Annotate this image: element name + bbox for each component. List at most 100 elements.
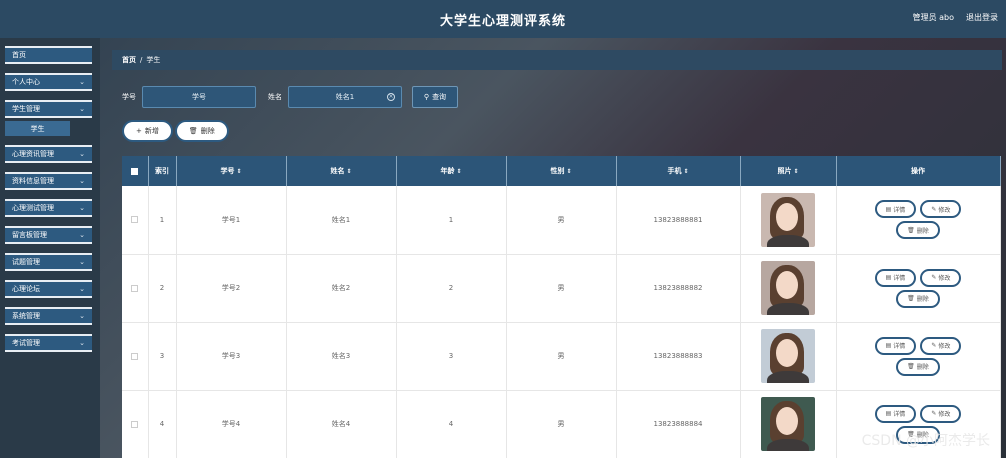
row-actions: ▤ 详情 ✎ 修改 🗑 删除	[837, 268, 1000, 308]
breadcrumb-home[interactable]: 首页	[122, 55, 136, 65]
cell-gender: 男	[506, 254, 617, 323]
row-checkbox[interactable]	[131, 284, 139, 292]
cell-age: 2	[396, 254, 507, 323]
sidebar-item-question-mgmt[interactable]: 试题管理 ⌄	[5, 253, 92, 271]
student-photo[interactable]	[761, 192, 815, 247]
student-photo[interactable]	[761, 261, 815, 315]
document-icon: ▤	[885, 410, 892, 417]
cell-student-no: 学号3	[176, 322, 287, 391]
row-delete-button[interactable]: 🗑 删除	[896, 357, 940, 376]
name-label: 姓名	[268, 93, 282, 101]
breadcrumb: 首页 / 学生	[112, 50, 1002, 70]
row-checkbox[interactable]	[131, 216, 139, 224]
edit-icon: ✎	[931, 205, 937, 213]
student-photo[interactable]	[761, 329, 815, 383]
edit-button[interactable]: ✎ 修改	[920, 404, 962, 423]
cell-phone: 13823888881	[616, 186, 741, 255]
cell-name: 姓名4	[286, 390, 397, 458]
sidebar-item-home[interactable]: 首页	[5, 46, 92, 64]
table-row: 3 学号3 姓名3 3 男 13823888883 ▤ 详情 ✎ 修改 🗑 删除	[122, 322, 1001, 391]
row-checkbox[interactable]	[131, 420, 139, 428]
table-row: 1 学号1 姓名1 1 男 13823888881 ▤ 详情 ✎ 修改 🗑 删除	[122, 186, 1001, 255]
query-button[interactable]: ⚲ 查询	[412, 86, 458, 108]
sort-icon: ⇕	[566, 168, 572, 175]
chevron-down-icon: ⌄	[79, 312, 85, 320]
header-phone[interactable]: 手机 ⇕	[616, 156, 741, 186]
cell-gender: 男	[506, 390, 617, 458]
detail-button[interactable]: ▤ 详情	[874, 404, 917, 423]
select-all-checkbox[interactable]	[131, 167, 139, 175]
header-name[interactable]: 姓名 ⇕	[286, 156, 397, 186]
row-delete-button[interactable]: 🗑 删除	[896, 289, 940, 308]
action-buttons: + 新增 🗑 删除	[122, 120, 229, 142]
sort-icon: ⇕	[346, 168, 352, 175]
logout-link[interactable]: 退出登录	[966, 12, 998, 23]
chevron-down-icon: ⌄	[79, 78, 85, 86]
app-title: 大学生心理测评系统	[439, 13, 566, 29]
sort-icon: ⇕	[793, 168, 799, 175]
sidebar-item-test-mgmt[interactable]: 心理测试管理 ⌄	[5, 199, 92, 217]
cell-index: 2	[148, 254, 177, 323]
student-no-input[interactable]: 学号	[142, 86, 256, 108]
sort-icon: ⇕	[456, 168, 462, 175]
edit-button[interactable]: ✎ 修改	[920, 268, 962, 287]
header-photo[interactable]: 照片 ⇕	[740, 156, 837, 186]
sidebar-item-forum[interactable]: 心理论坛 ⌄	[5, 280, 92, 298]
search-bar: 学号 学号 姓名 姓名1 × ⚲ 查询	[122, 86, 458, 108]
chevron-down-icon: ⌄	[79, 105, 85, 113]
sidebar-item-news-mgmt[interactable]: 心理资讯管理 ⌄	[5, 145, 92, 163]
cell-phone: 13823888884	[616, 390, 741, 458]
trash-icon: 🗑	[907, 295, 915, 302]
cell-gender: 男	[506, 322, 617, 391]
student-photo[interactable]	[761, 397, 815, 451]
chevron-down-icon: ⌄	[79, 285, 85, 293]
detail-button[interactable]: ▤ 详情	[874, 200, 917, 219]
cell-student-no: 学号1	[176, 186, 287, 255]
breadcrumb-separator: /	[140, 56, 143, 64]
edit-icon: ✎	[931, 342, 937, 349]
edit-icon: ✎	[931, 410, 937, 417]
document-icon: ▤	[885, 274, 892, 281]
edit-button[interactable]: ✎ 修改	[920, 336, 962, 355]
sidebar-item-personal[interactable]: 个人中心 ⌄	[5, 73, 92, 91]
sidebar-item-message-mgmt[interactable]: 留言板管理 ⌄	[5, 226, 92, 244]
student-no-label: 学号	[122, 93, 136, 101]
cell-phone: 13823888882	[616, 254, 741, 323]
sidebar-subitem-student[interactable]: 学生	[5, 121, 70, 136]
sidebar-item-student-mgmt[interactable]: 学生管理 ⌄	[5, 100, 92, 118]
header-index: 索引	[148, 156, 177, 186]
chevron-down-icon: ⌄	[79, 177, 85, 185]
trash-icon: 🗑	[188, 127, 198, 135]
name-input[interactable]: 姓名1 ×	[288, 86, 402, 108]
edit-button[interactable]: ✎ 修改	[920, 200, 962, 219]
delete-button[interactable]: 🗑 删除	[174, 120, 229, 142]
header-student-no[interactable]: 学号 ⇕	[176, 156, 287, 186]
cell-student-no: 学号4	[176, 390, 287, 458]
breadcrumb-current: 学生	[146, 56, 161, 64]
header-gender[interactable]: 性别 ⇕	[506, 156, 617, 186]
trash-icon: 🗑	[907, 363, 915, 370]
sidebar-item-material-mgmt[interactable]: 资料信息管理 ⌄	[5, 172, 92, 190]
detail-button[interactable]: ▤ 详情	[874, 268, 917, 287]
cell-age: 3	[396, 322, 507, 391]
cell-gender: 男	[506, 186, 617, 255]
sidebar-item-exam-mgmt[interactable]: 考试管理 ⌄	[5, 334, 92, 352]
add-button[interactable]: + 新增	[122, 120, 173, 142]
chevron-down-icon: ⌄	[79, 258, 85, 266]
cell-name: 姓名2	[286, 254, 397, 323]
clear-icon[interactable]: ×	[387, 93, 395, 101]
table-row: 2 学号2 姓名2 2 男 13823888882 ▤ 详情 ✎ 修改 🗑 删除	[122, 254, 1001, 323]
header-age[interactable]: 年龄 ⇕	[396, 156, 507, 186]
cell-student-no: 学号2	[176, 254, 287, 323]
chevron-down-icon: ⌄	[79, 204, 85, 212]
main-content: 首页 / 学生 学号 学号 姓名 姓名1 × ⚲ 查询 + 新增 🗑 删除 索引 学…	[110, 38, 1006, 458]
row-delete-button[interactable]: 🗑 删除	[896, 221, 940, 240]
sidebar-item-system-mgmt[interactable]: 系统管理 ⌄	[5, 307, 92, 325]
detail-button[interactable]: ▤ 详情	[874, 336, 917, 355]
cell-index: 4	[148, 390, 177, 458]
row-checkbox[interactable]	[131, 352, 139, 360]
student-table: 索引 学号 ⇕ 姓名 ⇕ 年龄 ⇕ 性别 ⇕ 手机 ⇕ 照片 ⇕ 操作 1 学号1 姓名1 …	[122, 156, 1001, 458]
sidebar: 首页 个人中心 ⌄ 学生管理 ⌄ 学生 心理资讯管理 ⌄ 资料信息管理 ⌄ 心理测试管理…	[0, 38, 100, 458]
sort-icon: ⇕	[236, 168, 242, 175]
row-actions: ▤ 详情 ✎ 修改 🗑 删除	[837, 336, 1000, 376]
